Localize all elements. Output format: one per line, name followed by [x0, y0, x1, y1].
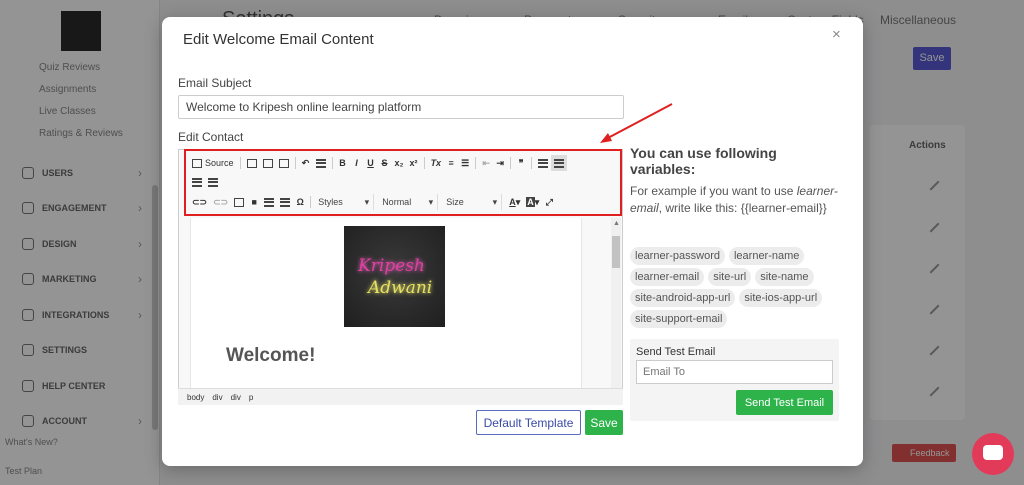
subject-input[interactable] — [178, 95, 624, 119]
variable-chip[interactable]: learner-name — [728, 247, 805, 265]
logo-image[interactable]: Kripesh Adwani — [344, 226, 445, 327]
test-email-input[interactable] — [636, 360, 833, 384]
variable-chip[interactable]: site-name — [755, 268, 814, 286]
default-template-button[interactable]: Default Template — [476, 410, 581, 435]
content-label: Edit Contact — [178, 130, 244, 144]
variable-chip[interactable]: learner-email — [630, 268, 705, 286]
desc-suffix: , write like this: {{learner-email}} — [658, 201, 827, 215]
test-email-label: Send Test Email — [636, 346, 716, 358]
close-icon[interactable]: × — [832, 26, 841, 43]
variable-chip[interactable]: learner-password — [630, 247, 725, 265]
welcome-heading: Welcome! — [226, 345, 316, 366]
logo-text-line1: Kripesh — [358, 256, 425, 276]
variable-chip[interactable]: site-android-app-url — [630, 289, 736, 307]
path-item[interactable]: p — [249, 393, 253, 402]
desc-prefix: For example if you want to use — [630, 184, 794, 198]
edit-email-modal: Edit Welcome Email Content × Email Subje… — [162, 17, 863, 466]
save-button[interactable]: Save — [585, 410, 623, 435]
element-path-bar: body div div p — [178, 388, 623, 405]
variable-chip[interactable]: site-url — [708, 268, 752, 286]
variables-description: For example if you want to use learner-e… — [630, 183, 845, 217]
chat-icon[interactable] — [972, 433, 1014, 475]
path-item[interactable]: div — [231, 393, 241, 402]
send-test-email-button[interactable]: Send Test Email — [736, 390, 833, 415]
editor-scrollbar[interactable]: ▲ ▼ — [611, 218, 621, 401]
path-item[interactable]: body — [187, 393, 204, 402]
scrollbar-thumb[interactable] — [612, 236, 620, 268]
variable-chip[interactable]: site-support-email — [630, 310, 728, 328]
path-item[interactable]: div — [212, 393, 222, 402]
variables-title: You can use following variables: — [630, 145, 777, 177]
modal-title: Edit Welcome Email Content — [183, 31, 374, 48]
scroll-up-icon[interactable]: ▲ — [613, 220, 620, 227]
variable-chips: learner-password learner-name learner-em… — [630, 247, 845, 328]
toolbar-highlight-box — [184, 149, 622, 216]
variable-chip[interactable]: site-ios-app-url — [739, 289, 823, 307]
test-email-panel: Send Test Email Send Test Email — [630, 339, 839, 421]
logo-text-line2: Adwani — [368, 278, 433, 298]
subject-label: Email Subject — [178, 76, 252, 90]
